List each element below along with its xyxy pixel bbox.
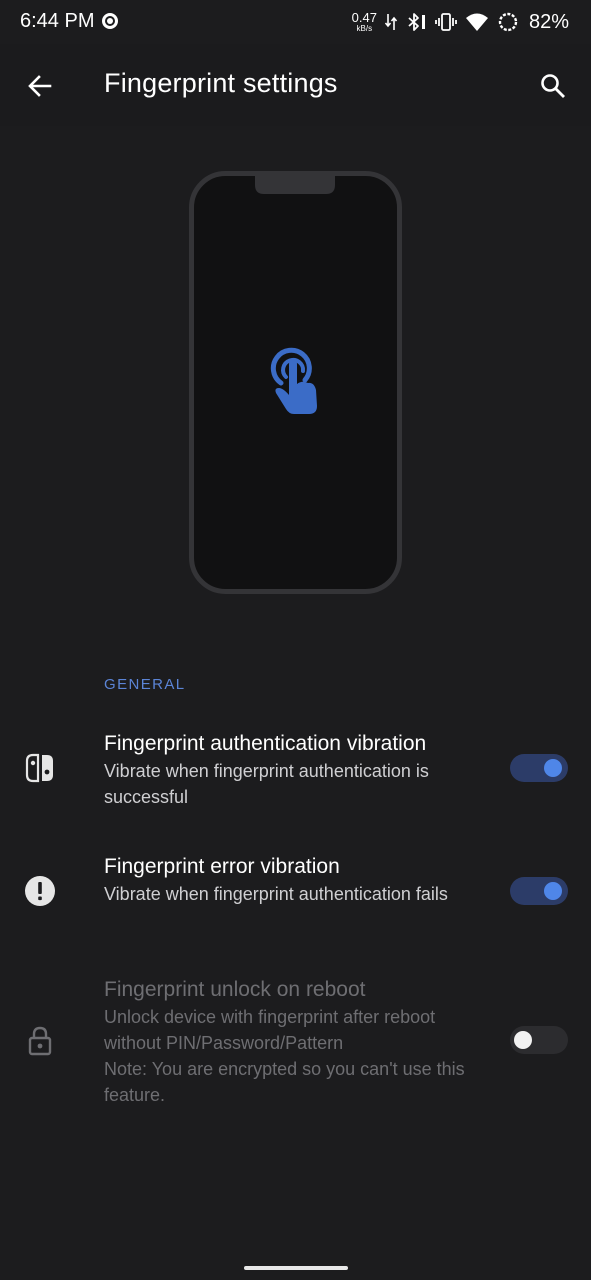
- setting-row-error-vibration[interactable]: Fingerprint error vibration Vibrate when…: [0, 853, 591, 933]
- setting-summary: Vibrate when fingerprint authentication …: [104, 761, 429, 807]
- back-button[interactable]: [18, 64, 62, 108]
- setting-row-auth-vibration[interactable]: Fingerprint authentication vibration Vib…: [0, 730, 591, 810]
- auth-vibration-toggle[interactable]: [510, 754, 568, 782]
- lock-icon: [22, 1023, 58, 1059]
- vibrate-icon: [435, 13, 457, 31]
- setting-note: Note: You are encrypted so you can't use…: [104, 1059, 465, 1105]
- phone-illustration: [189, 171, 402, 594]
- status-bar: 6:44 PM 0.47 kB/s 82%: [0, 0, 591, 44]
- setting-row-unlock-on-reboot: Fingerprint unlock on reboot Unlock devi…: [0, 976, 591, 1106]
- wifi-icon: [465, 13, 488, 31]
- net-speed: 0.47 kB/s: [352, 11, 377, 33]
- toggle-thumb: [514, 1031, 532, 1049]
- bluetooth-icon: [408, 13, 425, 31]
- section-header-general: GENERAL: [104, 676, 186, 693]
- setting-title: Fingerprint error vibration: [104, 855, 340, 878]
- net-speed-value: 0.47: [351, 10, 377, 25]
- setting-title: Fingerprint unlock on reboot: [104, 978, 366, 1001]
- search-icon: [541, 74, 565, 98]
- status-time: 6:44 PM: [20, 10, 95, 32]
- media-circle-icon: [102, 13, 118, 29]
- alert-circle-icon: [22, 873, 58, 909]
- setting-text: Fingerprint error vibration Vibrate when…: [104, 853, 488, 907]
- settings-screen: 6:44 PM 0.47 kB/s 82% Fingerprint settin…: [0, 0, 591, 1280]
- error-vibration-toggle[interactable]: [510, 877, 568, 905]
- page-title: Fingerprint settings: [104, 68, 338, 98]
- setting-summary: Unlock device with fingerprint after reb…: [104, 1007, 436, 1053]
- setting-text: Fingerprint authentication vibration Vib…: [104, 730, 488, 810]
- setting-title: Fingerprint authentication vibration: [104, 732, 427, 755]
- toggle-thumb: [544, 759, 562, 777]
- net-speed-unit: kB/s: [356, 24, 373, 33]
- battery-ring-icon: [498, 12, 518, 32]
- toggle-thumb: [544, 882, 562, 900]
- status-icons: 0.47 kB/s 82%: [352, 8, 569, 36]
- gesture-nav-handle[interactable]: [244, 1266, 348, 1270]
- unlock-on-reboot-toggle: [510, 1026, 568, 1054]
- controller-icon: [22, 750, 58, 786]
- data-arrows-icon: [384, 14, 397, 30]
- arrow-back-icon: [28, 75, 52, 97]
- setting-summary: Vibrate when fingerprint authentication …: [104, 884, 448, 904]
- battery-percent: 82%: [528, 10, 569, 33]
- search-button[interactable]: [531, 64, 575, 108]
- app-bar: Fingerprint settings: [0, 44, 591, 126]
- setting-text: Fingerprint unlock on reboot Unlock devi…: [104, 976, 488, 1108]
